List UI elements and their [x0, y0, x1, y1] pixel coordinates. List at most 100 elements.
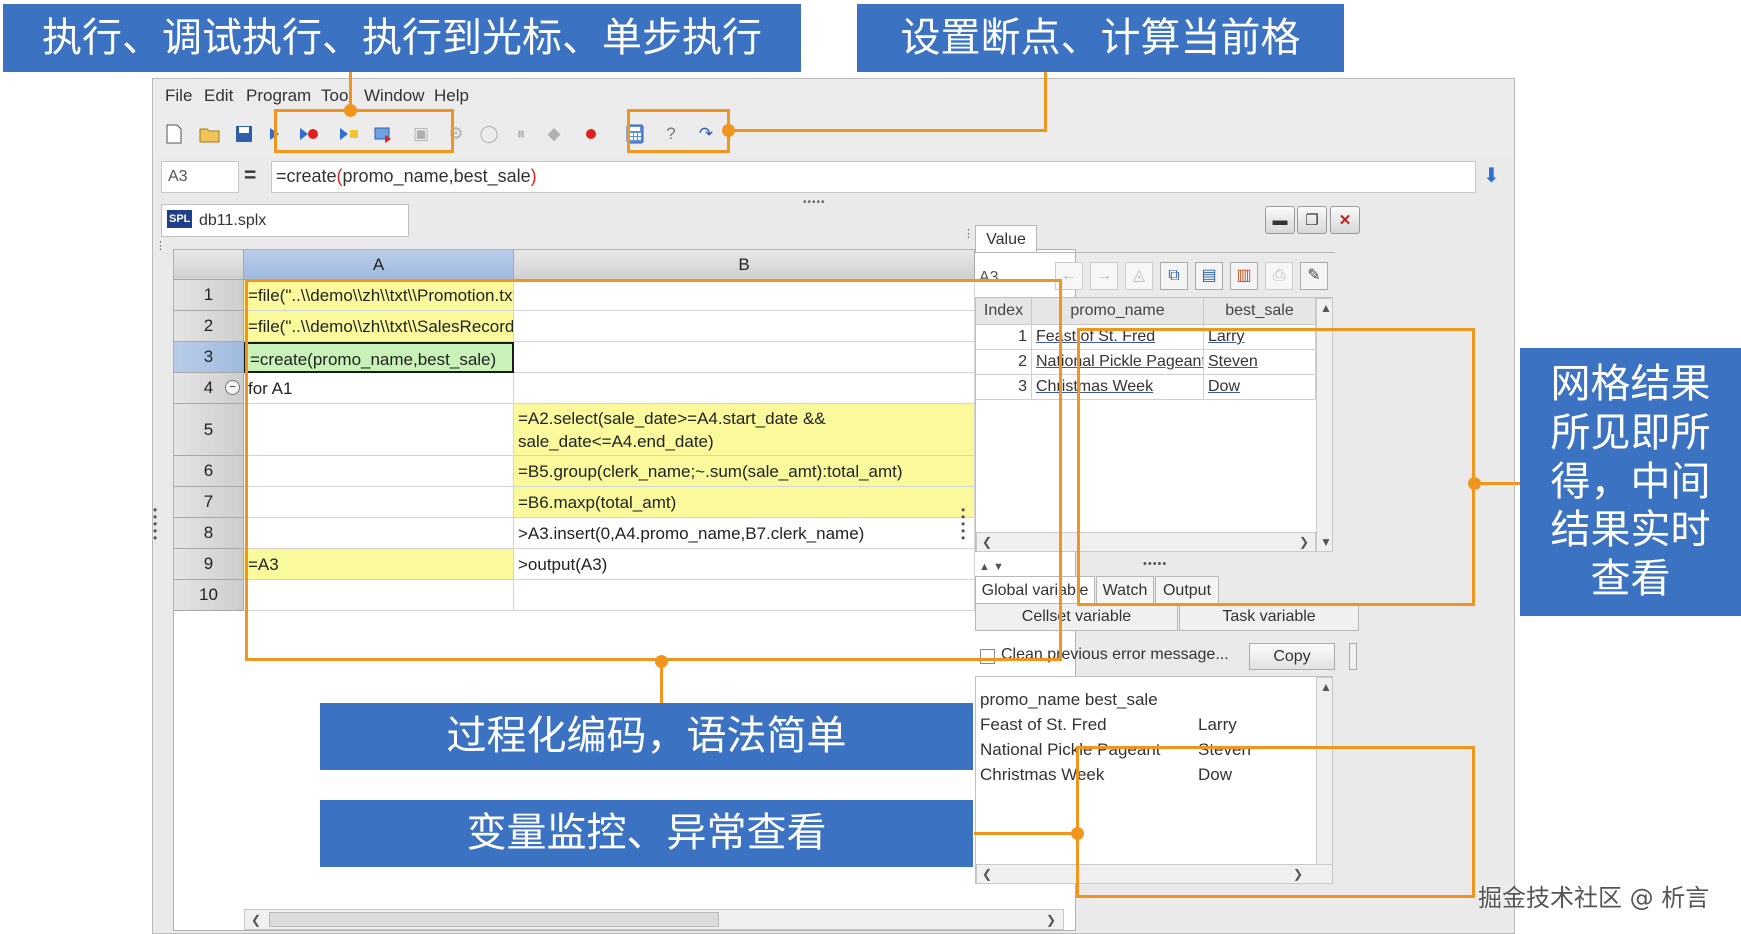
cell-a8[interactable] — [244, 518, 514, 549]
output-vertical-scrollbar[interactable]: ▲ — [1316, 677, 1333, 865]
value-horizontal-scrollbar[interactable]: ❮ ❯ — [976, 532, 1316, 552]
tab-task-variable[interactable]: Task variable — [1179, 603, 1359, 631]
forward-icon[interactable]: → — [1090, 262, 1118, 290]
document-tab[interactable]: SPL db11.splx — [161, 204, 409, 237]
run-icon[interactable] — [261, 121, 287, 147]
row-header[interactable]: 7 — [174, 487, 244, 518]
column-header-a[interactable]: A — [244, 250, 514, 280]
formula-input[interactable]: =create(promo_name,best_sale) — [271, 161, 1476, 193]
cell-b9[interactable]: >output(A3) — [514, 549, 975, 580]
cell-a4[interactable]: for A1 — [244, 373, 514, 404]
vertical-splitter-handle[interactable]: • • • • • — [153, 504, 157, 544]
column-header-b[interactable]: B — [514, 250, 975, 280]
breakpoint-icon[interactable] — [578, 121, 604, 147]
row-header[interactable]: 6 — [174, 456, 244, 487]
debug-run-icon[interactable] — [296, 121, 322, 147]
scroll-right-icon[interactable]: ❯ — [1042, 911, 1060, 929]
minimize-button[interactable]: ▬ — [1265, 206, 1295, 234]
chart-view-icon[interactable]: ▥ — [1230, 262, 1258, 290]
help-icon[interactable]: ? — [658, 121, 684, 147]
value-row-promo-name[interactable]: National Pickle Pageant — [1032, 350, 1204, 375]
row-header[interactable]: 1 — [174, 280, 244, 311]
scroll-thumb[interactable] — [269, 912, 719, 927]
row-header[interactable]: 10 — [174, 580, 244, 611]
open-folder-icon[interactable] — [197, 121, 223, 147]
cell-a1[interactable]: =file("..\\demo\\zh\\txt\\Promotion.txt"… — [244, 280, 514, 311]
scroll-up-icon[interactable]: ▲ — [1317, 678, 1335, 696]
cell-a5[interactable] — [244, 404, 514, 456]
cell-a3[interactable]: =create(promo_name,best_sale) — [244, 342, 514, 373]
overflow-button[interactable] — [1349, 643, 1357, 670]
expand-formula-icon[interactable]: ⬇ — [1483, 163, 1500, 188]
value-row-promo-name[interactable]: Christmas Week — [1032, 375, 1204, 400]
value-header-promo-name[interactable]: promo_name — [1032, 298, 1204, 325]
collapse-loop-icon[interactable]: − — [225, 380, 240, 395]
menu-file[interactable]: File — [165, 86, 192, 106]
value-row-promo-name[interactable]: Feast of St. Fred — [1032, 325, 1204, 350]
new-file-icon[interactable] — [161, 121, 187, 147]
menu-window[interactable]: Window — [364, 86, 424, 106]
row-header[interactable]: 2 — [174, 311, 244, 342]
table-view-icon[interactable]: ▤ — [1195, 262, 1223, 290]
menu-help[interactable]: Help — [434, 86, 469, 106]
copy-data-icon[interactable]: ⧉ — [1160, 262, 1188, 290]
cell-a6[interactable] — [244, 456, 514, 487]
cell-b2[interactable] — [514, 311, 975, 342]
row-header[interactable]: 4 − — [174, 373, 244, 404]
value-vertical-scrollbar[interactable]: ▲ ▼ — [1316, 298, 1333, 552]
step-icon[interactable] — [371, 121, 397, 147]
grid-horizontal-scrollbar[interactable]: ❮ ❯ — [244, 909, 1064, 930]
scroll-up-icon[interactable]: ▲ — [1317, 299, 1335, 317]
tab-cellset-variable[interactable]: Cellset variable — [975, 603, 1178, 631]
corner-header[interactable] — [174, 250, 244, 280]
close-button[interactable]: ✕ — [1330, 206, 1360, 234]
value-row-best-sale[interactable]: Steven — [1204, 350, 1316, 375]
panel-arrows-icon[interactable]: ▲ ▼ — [979, 561, 1004, 573]
menu-program[interactable]: Program — [246, 86, 311, 106]
splitter-handle[interactable]: ••••• — [803, 197, 826, 208]
cell-a10[interactable] — [244, 580, 514, 611]
cell-b3[interactable] — [514, 342, 975, 373]
row-header[interactable]: 8 — [174, 518, 244, 549]
clean-error-checkbox[interactable] — [980, 649, 995, 664]
tab-output[interactable]: Output — [1155, 576, 1219, 604]
row-header[interactable]: 5 — [174, 404, 244, 456]
menu-tool[interactable]: Tool — [321, 86, 352, 106]
output-horizontal-scrollbar[interactable]: ❮ ❯ — [976, 864, 1333, 884]
scroll-right-icon[interactable]: ❯ — [1295, 533, 1313, 551]
cell-a7[interactable] — [244, 487, 514, 518]
row-header[interactable]: 9 — [174, 549, 244, 580]
cell-a9[interactable]: =A3 — [244, 549, 514, 580]
value-row-best-sale[interactable]: Larry — [1204, 325, 1316, 350]
tab-global-variable[interactable]: Global variable — [975, 576, 1095, 604]
vertical-splitter-handle[interactable]: • • • • • — [961, 504, 965, 544]
calculate-cell-icon[interactable] — [622, 121, 648, 147]
cell-b5[interactable]: =A2.select(sale_date>=A4.start_date && s… — [514, 404, 975, 456]
export-icon[interactable]: ⎙ — [1265, 262, 1293, 290]
collapse-left-icon[interactable]: ⋮ — [155, 239, 166, 252]
cell-b4[interactable] — [514, 373, 975, 404]
restore-button[interactable]: ❐ — [1297, 206, 1327, 234]
cell-a2[interactable]: =file("..\\demo\\zh\\txt\\SalesRecord.tx… — [244, 311, 514, 342]
value-header-index[interactable]: Index — [976, 298, 1032, 325]
save-icon[interactable] — [231, 121, 257, 147]
scroll-right-icon[interactable]: ❯ — [1289, 865, 1307, 883]
scroll-left-icon[interactable]: ❮ — [978, 865, 996, 883]
back-icon[interactable]: ← — [1055, 262, 1083, 290]
copy-button[interactable]: Copy — [1249, 643, 1335, 670]
menu-edit[interactable]: Edit — [204, 86, 233, 106]
run-to-cursor-icon[interactable] — [336, 121, 362, 147]
cell-reference-field[interactable]: A3 — [161, 161, 239, 193]
scroll-left-icon[interactable]: ❮ — [247, 911, 265, 929]
cell-b1[interactable] — [514, 280, 975, 311]
cell-b7[interactable]: =B6.maxp(total_amt) — [514, 487, 975, 518]
value-row-best-sale[interactable]: Dow — [1204, 375, 1316, 400]
pin-icon[interactable]: ✎ — [1300, 262, 1328, 290]
tab-value[interactable]: Value — [975, 225, 1037, 253]
scroll-down-icon[interactable]: ▼ — [1317, 533, 1335, 551]
cell-b10[interactable] — [514, 580, 975, 611]
value-header-best-sale[interactable]: best_sale — [1204, 298, 1316, 325]
cell-b8[interactable]: >A3.insert(0,A4.promo_name,B7.clerk_name… — [514, 518, 975, 549]
drill-icon[interactable]: ◬ — [1125, 262, 1153, 290]
collapse-right-icon[interactable]: ⋮ — [963, 227, 974, 240]
